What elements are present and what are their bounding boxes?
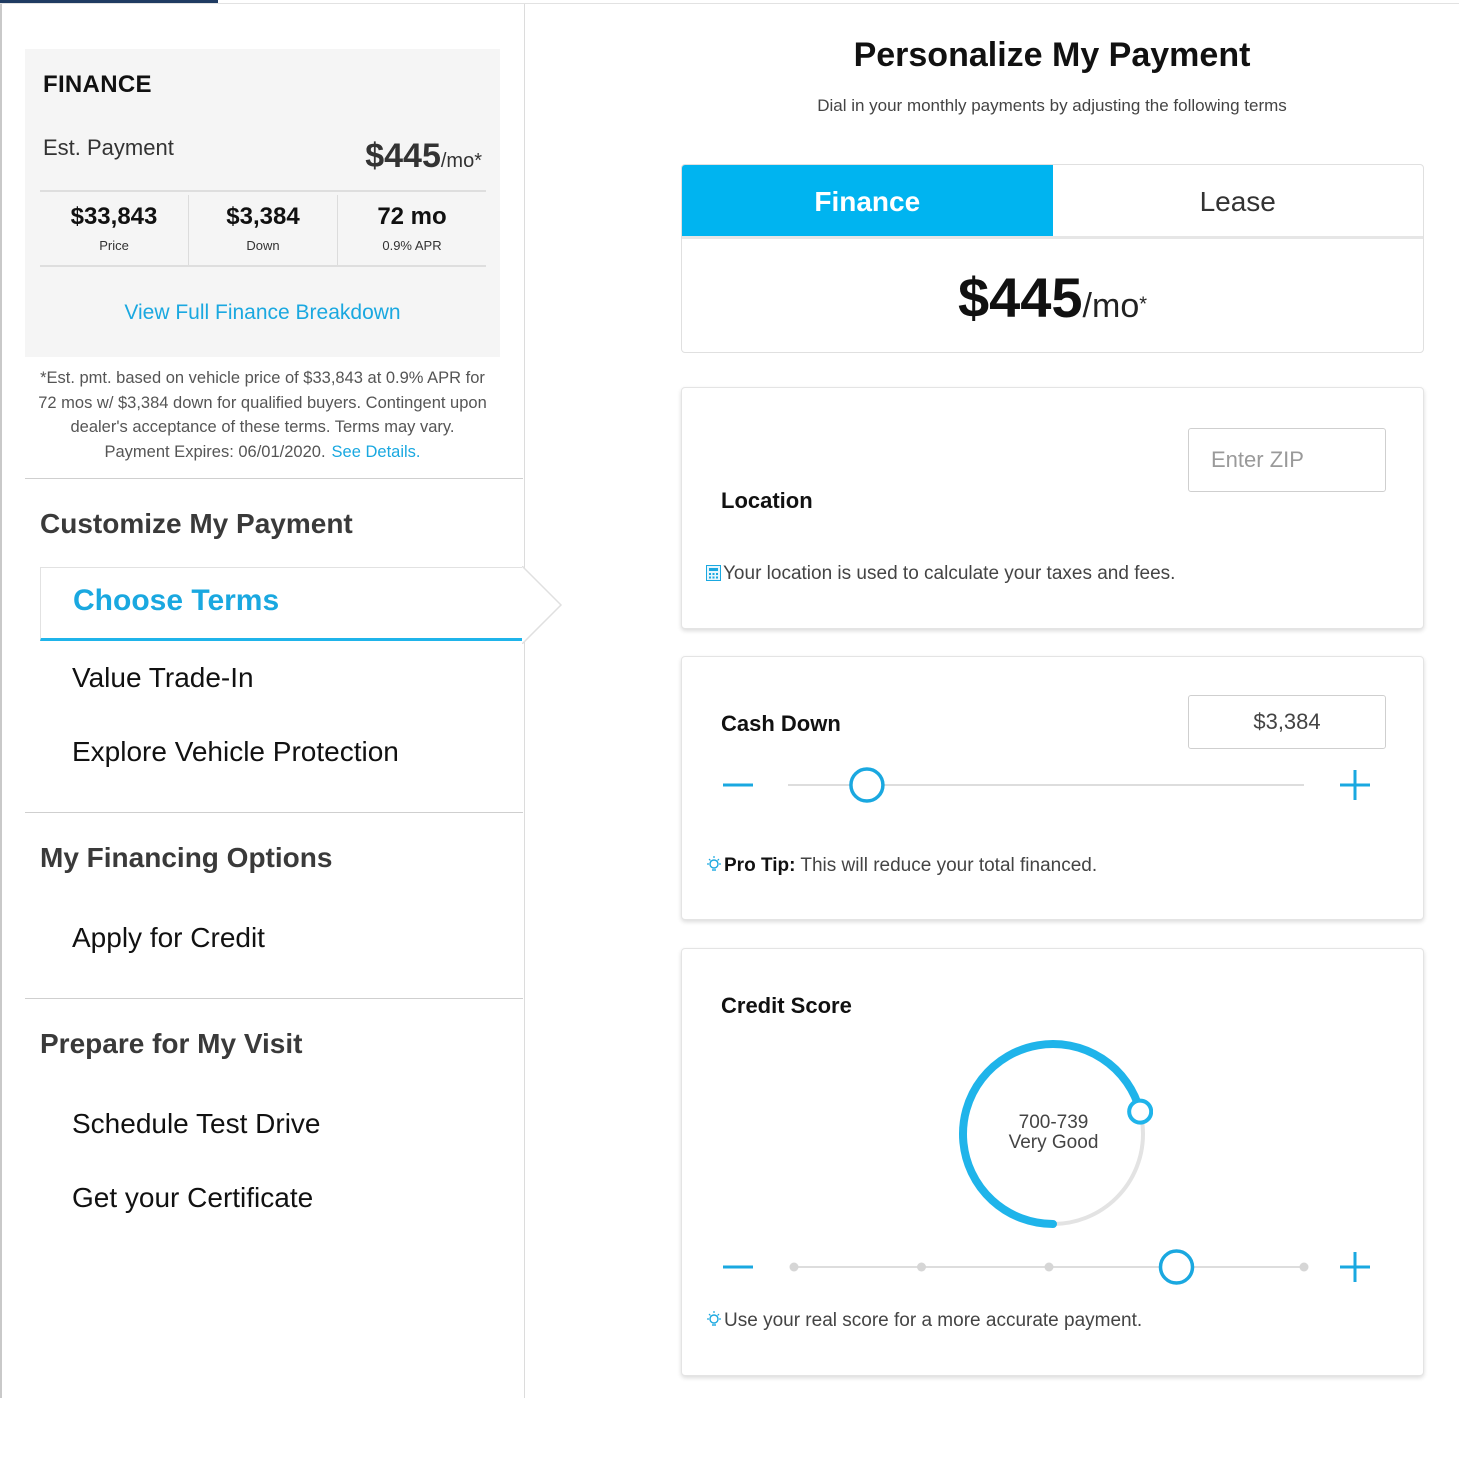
slider-thumb[interactable] — [849, 767, 885, 803]
disclaimer-line: *Est. pmt. based on vehicle price of $33… — [40, 369, 485, 387]
top-bar-accent — [0, 0, 218, 3]
disclaimer-line: dealer's acceptance of these terms. Term… — [70, 418, 455, 436]
nav-item-label: Choose Terms — [73, 584, 280, 617]
location-card: Location Your location is used to calcul… — [681, 387, 1424, 629]
view-finance-breakdown-link[interactable]: View Full Finance Breakdown — [25, 301, 500, 325]
credit-score-label: Credit Score — [721, 993, 852, 1018]
credit-score-card: Credit Score 700-739 Very Good Use your … — [681, 948, 1424, 1376]
stat-price-value: $33,843 — [70, 203, 158, 230]
est-payment-unit: /mo* — [440, 150, 482, 172]
monthly-payment-unit: /mo — [1082, 287, 1140, 325]
nav-item-apply-credit[interactable]: Apply for Credit — [72, 922, 265, 954]
see-details-link[interactable]: See Details. — [332, 443, 421, 461]
stat-price-label: Price — [99, 238, 129, 253]
location-note-text: Your location is used to calculate your … — [723, 563, 1176, 584]
nav-item-test-drive[interactable]: Schedule Test Drive — [72, 1108, 321, 1140]
finance-stats: $33,843 Price $3,384 Down 72 mo 0.9% APR — [40, 195, 486, 265]
page-subtitle: Dial in your monthly payments by adjusti… — [817, 96, 1287, 115]
disclaimer-line: 72 mos w/ $3,384 down for qualified buye… — [38, 393, 487, 412]
credit-score-decrease-button[interactable] — [720, 1249, 760, 1285]
cash-down-label: Cash Down — [721, 711, 841, 736]
finance-card-divider — [40, 265, 486, 267]
slider-step-dot[interactable] — [1299, 1262, 1309, 1272]
nav-item-value-trade-in[interactable]: Value Trade-In — [72, 662, 254, 694]
lightbulb-icon — [707, 856, 721, 871]
section-divider — [25, 998, 523, 999]
monthly-payment: $445/mo* — [682, 265, 1423, 330]
stat-down-label: Down — [246, 238, 280, 253]
stat-down-value: $3,384 — [226, 203, 300, 230]
est-payment-label: Est. Payment — [43, 135, 174, 160]
location-label: Location — [721, 488, 813, 513]
pro-tip-text: This will reduce your total financed. — [800, 855, 1098, 876]
payment-type-tabs: Finance Lease — [682, 165, 1423, 239]
section-divider — [25, 478, 523, 479]
calculator-icon — [706, 565, 721, 581]
est-payment-amount: $445 — [365, 137, 441, 175]
zip-input[interactable] — [1188, 428, 1386, 492]
cash-down-decrease-button[interactable] — [720, 767, 760, 803]
est-payment-value: $445/mo* — [365, 137, 482, 176]
credit-score-note: Use your real score for a more accurate … — [706, 1310, 1142, 1332]
stat-term: 72 mo 0.9% APR — [338, 195, 486, 265]
lightbulb-icon — [707, 1311, 721, 1326]
credit-score-range: 700-739 — [1018, 1112, 1089, 1133]
nav-item-vehicle-protection[interactable]: Explore Vehicle Protection — [72, 736, 399, 768]
tab-lease[interactable]: Lease — [1053, 165, 1424, 236]
location-note: Your location is used to calculate your … — [706, 563, 1175, 585]
nav-item-certificate[interactable]: Get your Certificate — [72, 1182, 313, 1214]
finance-summary-card: FINANCE Est. Payment $445/mo* $33,843 Pr… — [25, 49, 500, 357]
sidebar-edge — [0, 4, 2, 1398]
disclaimer-line: Payment Expires: 06/01/2020. See Details. — [25, 440, 500, 465]
cash-down-increase-button[interactable] — [1336, 767, 1376, 803]
credit-score-note-text: Use your real score for a more accurate … — [724, 1310, 1143, 1331]
payment-expires-text: Payment Expires: 06/01/2020. — [104, 442, 326, 461]
page-title: Personalize My Payment — [853, 36, 1251, 74]
slider-step-dot[interactable] — [789, 1262, 799, 1272]
cash-down-input[interactable] — [1188, 695, 1386, 749]
pro-tip: Pro Tip: This will reduce your total fin… — [706, 855, 1097, 877]
slider-step-dot[interactable] — [917, 1262, 926, 1272]
section-title-customize: Customize My Payment — [40, 508, 353, 539]
section-title-financing: My Financing Options — [40, 842, 333, 873]
pro-tip-label: Pro Tip: — [724, 855, 796, 876]
finance-card-divider — [40, 190, 486, 192]
nav-item-choose-terms[interactable]: Choose Terms — [40, 567, 523, 641]
slider-step-dot[interactable] — [1044, 1262, 1054, 1272]
cash-down-card: Cash Down Pro Tip: This will reduce your… — [681, 656, 1424, 920]
finance-disclaimer: *Est. pmt. based on vehicle price of $33… — [25, 366, 500, 464]
credit-score-rating: Very Good — [1008, 1132, 1099, 1153]
monthly-payment-footnote: * — [1139, 293, 1148, 316]
stat-down: $3,384 Down — [189, 195, 338, 265]
stat-term-label: 0.9% APR — [382, 238, 442, 253]
credit-score-slider[interactable] — [782, 1239, 1312, 1295]
section-divider — [25, 812, 523, 813]
slider-thumb[interactable] — [1158, 1249, 1195, 1285]
stat-term-value: 72 mo — [377, 203, 447, 230]
monthly-payment-amount: $445 — [957, 266, 1083, 329]
cash-down-slider[interactable] — [782, 757, 1312, 813]
credit-score-increase-button[interactable] — [1336, 1249, 1376, 1285]
sidebar: FINANCE Est. Payment $445/mo* $33,843 Pr… — [0, 4, 563, 1398]
section-title-visit: Prepare for My Visit — [40, 1028, 303, 1059]
payment-type-card: Finance Lease $445/mo* — [681, 164, 1424, 353]
finance-card-title: FINANCE — [43, 71, 152, 98]
tab-finance[interactable]: Finance — [682, 165, 1053, 236]
stat-price: $33,843 Price — [40, 195, 189, 265]
active-item-arrow-icon — [522, 566, 563, 644]
